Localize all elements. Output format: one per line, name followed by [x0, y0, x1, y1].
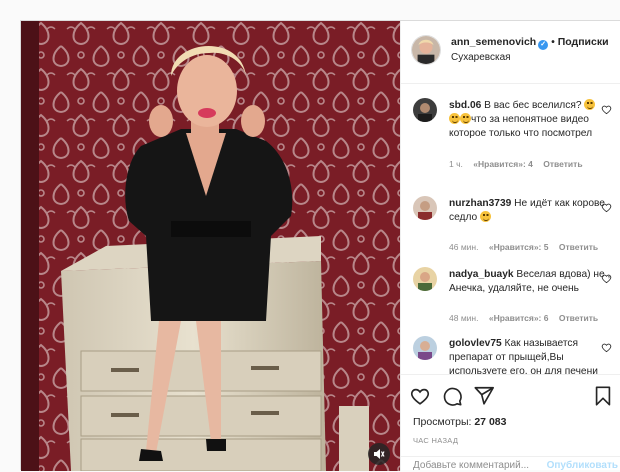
comments-list: sbd.06 В вас бес вселился? что за непоня…: [401, 84, 620, 374]
views-count[interactable]: Просмотры: 27 083: [413, 416, 506, 428]
post-location[interactable]: Сухаревская: [451, 52, 511, 63]
reply-button[interactable]: Ответить: [559, 313, 598, 323]
grinning-emoji-icon: [449, 113, 460, 124]
comment-like-heart-icon[interactable]: [601, 104, 612, 115]
author-avatar[interactable]: [411, 35, 441, 65]
header-separator: •: [551, 37, 555, 48]
commenter-avatar[interactable]: [413, 196, 437, 220]
comment-likes[interactable]: «Нравится»: 4: [473, 159, 533, 169]
comment-username[interactable]: sbd.06: [449, 100, 481, 111]
grinning-emoji-icon: [480, 211, 492, 222]
video-frame: [21, 21, 400, 471]
author-username[interactable]: ann_semenovich: [451, 36, 536, 48]
following-button[interactable]: Подписки: [558, 36, 609, 48]
publish-button[interactable]: Опубликовать: [547, 460, 618, 471]
commenter-avatar[interactable]: [413, 98, 437, 122]
share-icon[interactable]: [473, 385, 495, 407]
commenter-avatar-image: [413, 336, 437, 360]
post-header: ann_semenovich ✓ • Подписки Сухаревская: [401, 21, 620, 84]
views-number: 27 083: [474, 416, 507, 428]
comment-body: В вас бес вселился?: [484, 100, 582, 111]
comment-meta: 48 мин. «Нравится»: 6 Ответить: [449, 313, 606, 323]
commenter-avatar[interactable]: [413, 267, 437, 291]
post-timestamp[interactable]: ЧАС НАЗАД: [413, 436, 458, 445]
comment-meta: 1 ч. «Нравится»: 4 Ответить: [449, 159, 591, 169]
comment-time[interactable]: 1 ч.: [449, 159, 463, 169]
commenter-avatar-image: [413, 196, 437, 220]
heart-icon[interactable]: [409, 385, 431, 407]
instagram-post: ann_semenovich✓•Подписки Сухаревская: [20, 20, 620, 471]
comment-likes[interactable]: «Нравится»: 5: [489, 242, 549, 252]
comment-text: golovlev75 Как называется препарат от пр…: [449, 337, 617, 374]
mute-toggle-button[interactable]: [368, 443, 390, 465]
comment-input[interactable]: Добавьте комментарий...: [413, 460, 529, 471]
speaker-icon: [374, 449, 385, 459]
comment-meta: 46 мин. «Нравится»: 5 Ответить: [449, 242, 606, 252]
commenter-avatar[interactable]: [413, 336, 437, 360]
bookmark-icon[interactable]: [592, 385, 614, 407]
comment-username[interactable]: golovlev75: [449, 338, 502, 349]
comment-username[interactable]: nadya_buayk: [449, 269, 514, 280]
comment-text: nurzhan3739 Не идёт как корове седло: [449, 197, 617, 225]
reply-button[interactable]: Ответить: [543, 159, 582, 169]
comment-username[interactable]: nurzhan3739: [449, 198, 511, 209]
post-actions: Просмотры: 27 083 ЧАС НАЗАД Добавьте ком…: [401, 374, 620, 471]
commenter-avatar-image: [413, 267, 437, 291]
page-frame: ann_semenovich✓•Подписки Сухаревская: [0, 0, 620, 471]
comment-icon[interactable]: [441, 385, 463, 407]
reply-button[interactable]: Ответить: [559, 242, 598, 252]
comment-like-heart-icon[interactable]: [601, 342, 612, 353]
comment-like-heart-icon[interactable]: [601, 202, 612, 213]
grinning-emoji-icon: [584, 99, 596, 110]
post-video[interactable]: [21, 21, 400, 471]
commenter-avatar-image: [413, 98, 437, 122]
post-sidebar: ann_semenovich✓•Подписки Сухаревская: [400, 21, 620, 471]
author-line: ann_semenovich ✓ • Подписки: [451, 36, 609, 50]
comment-text: nadya_buayk Веселая вдова) не , Анечка, …: [449, 268, 617, 296]
comment-time[interactable]: 46 мин.: [449, 242, 478, 252]
comment-likes[interactable]: «Нравится»: 6: [489, 313, 549, 323]
verified-badge-icon: ✓: [538, 40, 549, 50]
comment-text: sbd.06 В вас бес вселился? что за непоня…: [449, 99, 617, 141]
author-avatar-image: [412, 36, 440, 64]
grinning-emoji-icon: [460, 113, 471, 124]
views-label: Просмотры:: [413, 416, 472, 428]
comment-time[interactable]: 48 мин.: [449, 313, 478, 323]
comment-like-heart-icon[interactable]: [601, 273, 612, 284]
